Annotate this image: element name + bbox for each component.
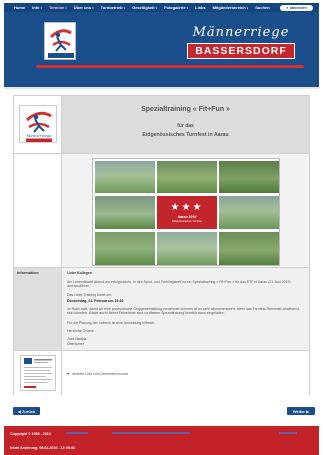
footer-link[interactable]	[112, 432, 190, 434]
info-paragraph-4: Für die Planung der Leitenis ist eine An…	[67, 321, 156, 325]
nav-item-label: Turnbetrieb	[100, 5, 123, 10]
chevron-down-icon: ▾	[186, 6, 189, 10]
nav-item-info[interactable]: Info▾	[32, 5, 42, 10]
nav-item-label: Links	[195, 5, 206, 10]
collage-photo	[219, 232, 279, 265]
nav-item-label: Home	[14, 5, 26, 10]
site-header: Männerriege BASSERSDORF	[4, 3, 319, 87]
banner-subtitle: Eidgenössisches Turnfest	[172, 219, 202, 223]
info-signature-role: Oberturner	[67, 342, 84, 346]
event-table: Männerriege Spezialtraining « Fit+Fun » …	[13, 95, 310, 395]
next-button[interactable]: Weiter ▶	[287, 407, 315, 415]
back-button[interactable]: ◀ Zurück	[13, 407, 40, 415]
collage-photo	[157, 232, 217, 265]
event-subtitle-1: für das	[177, 123, 194, 129]
info-signature-name: José Nadina	[67, 337, 87, 341]
chevron-down-icon: ▾	[65, 6, 67, 10]
site-footer: Copyright © 1999 - 2019 letzte Änderung:…	[4, 426, 319, 455]
nav-item-fotogalerie[interactable]: Fotogalerie▾	[164, 5, 188, 10]
attachment-row: ➔ direkter Link zum Anmeldeformular	[14, 351, 309, 395]
photo-cell: ★★★ Aarau 2019 Eidgenössisches Turnfest	[62, 154, 309, 267]
brand-subtitle: BASSERSDORF	[187, 43, 295, 59]
info-greeting: Liebe Kollegen	[67, 271, 92, 275]
nav-item-home[interactable]: Home	[14, 5, 25, 10]
info-paragraph-1: Am Lebendswert Abend am erfolgreichen, i…	[67, 280, 291, 289]
registration-link-text: direkter Link zum Anmeldeformular	[72, 371, 128, 376]
information-label: Information:	[17, 271, 40, 275]
club-logo[interactable]	[44, 22, 76, 60]
header-strip	[4, 87, 319, 89]
event-title: Spezialtraining « Fit+Fun »	[141, 106, 230, 113]
attachment-thumb-cell	[14, 351, 62, 395]
nav-item-label: Suchen	[255, 5, 270, 10]
registration-form-thumbnail[interactable]	[20, 355, 56, 391]
emblem-caption: Männerriege	[25, 133, 52, 138]
information-label-cell: Information:	[14, 268, 62, 350]
last-change-text: letzte Änderung: 09.01.2019 - 12:09:46	[10, 446, 75, 450]
nav-item-über-uns[interactable]: Über uns▾	[74, 5, 94, 10]
collage-photo	[219, 161, 279, 193]
info-date: Donnerstag, 21. Februar um 19:30	[67, 299, 124, 303]
nav-item-links[interactable]: Links	[195, 5, 205, 10]
logout-button[interactable]: ● abmelden	[280, 4, 313, 11]
collage-photo	[95, 161, 155, 193]
nav-item-label: Info	[32, 5, 40, 10]
event-title-cell: Spezialtraining « Fit+Fun » für das Eidg…	[62, 96, 309, 153]
nav-item-termine[interactable]: Termine▾	[49, 5, 67, 10]
info-paragraph-2: Das Linke Training findet am	[67, 293, 112, 297]
arrow-right-icon: ➔	[66, 371, 70, 376]
nav-item-suchen[interactable]: Suchen	[255, 5, 269, 10]
aarau-2019-banner: ★★★ Aarau 2019 Eidgenössisches Turnfest	[157, 196, 217, 229]
nav-item-label: Mitgliederbereich	[212, 5, 246, 10]
document-preview-icon	[24, 358, 52, 388]
collage-photo	[219, 196, 279, 229]
attachment-link-cell: ➔ direkter Link zum Anmeldeformular	[62, 351, 309, 395]
chevron-down-icon: ▾	[155, 6, 158, 10]
nav-item-mitgliederbereich[interactable]: Mitgliederbereich▾	[213, 5, 249, 10]
header-divider	[36, 65, 304, 68]
nav-item-label: Geselligkeit	[132, 5, 155, 10]
info-paragraph-3: im Hubli statt, damit wir eine provisori…	[67, 307, 299, 316]
chevron-down-icon: ▾	[246, 6, 249, 10]
chevron-down-icon: ▾	[40, 6, 42, 10]
footer-link[interactable]	[279, 432, 297, 434]
nav-item-label: Termine	[48, 5, 65, 10]
chevron-down-icon: ▾	[123, 6, 126, 10]
nav-item-label: Über uns	[73, 5, 92, 10]
banner-title: Aarau 2019	[177, 214, 197, 219]
collage-photo	[95, 196, 155, 229]
logout-label: abmelden	[289, 5, 307, 10]
event-subtitle-2: Eidgenössisches Turnfest in Aarau	[142, 132, 229, 138]
footer-link[interactable]	[66, 432, 88, 434]
collage-photo	[157, 161, 217, 193]
collage-photo	[95, 232, 155, 265]
club-emblem-icon: Männerriege	[25, 111, 52, 142]
info-closing: Herzliche Grüsse	[67, 329, 94, 333]
event-logo: Männerriege	[19, 105, 57, 143]
nav-item-turnbetrieb[interactable]: Turnbetrieb▾	[101, 5, 125, 10]
nav-item-geselligkeit[interactable]: Geselligkeit▾	[132, 5, 157, 10]
chevron-down-icon: ▾	[92, 6, 94, 10]
user-icon: ●	[286, 5, 289, 10]
information-row: Information: Liebe Kollegen Am Lebendswe…	[14, 268, 309, 351]
event-title-row: Männerriege Spezialtraining « Fit+Fun » …	[14, 96, 309, 154]
registration-link[interactable]: ➔ direkter Link zum Anmeldeformular	[66, 371, 128, 376]
nav-item-label: Fotogalerie	[164, 5, 186, 10]
photo-label-cell	[14, 154, 62, 267]
photo-row: ★★★ Aarau 2019 Eidgenössisches Turnfest	[14, 154, 309, 268]
copyright-text: Copyright © 1999 - 2019	[10, 432, 51, 436]
photo-collage[interactable]: ★★★ Aarau 2019 Eidgenössisches Turnfest	[92, 158, 280, 266]
information-content: Liebe Kollegen Am Lebendswert Abend am e…	[62, 268, 309, 350]
event-logo-cell: Männerriege	[14, 96, 62, 153]
star-icons: ★★★	[170, 201, 204, 213]
brand-title: Männerriege	[192, 25, 290, 40]
gymnast-logo-icon	[48, 29, 74, 58]
page: Männerriege BASSERSDORF Home Info▾ Termine…	[0, 0, 323, 455]
top-navigation: Home Info▾ Termine▾ Über uns▾ Turnbetrieb▾ Ge…	[4, 3, 319, 12]
